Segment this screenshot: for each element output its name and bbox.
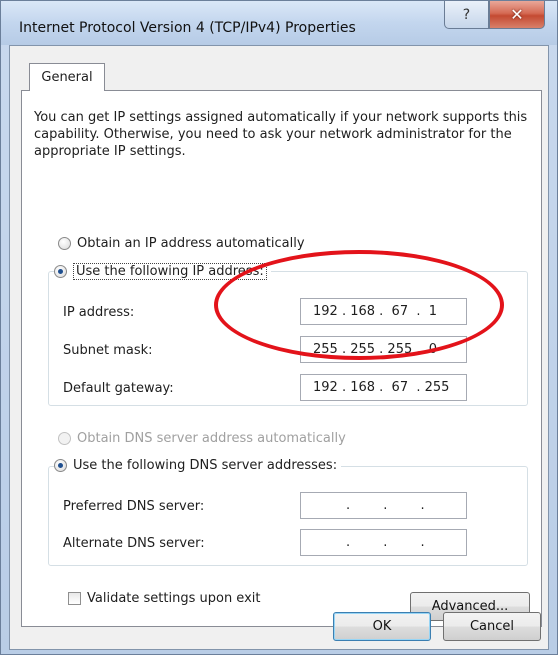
help-button[interactable]: ? [444, 1, 489, 29]
validate-settings-label: Validate settings upon exit [87, 591, 261, 606]
obtain-ip-auto-radio[interactable]: Obtain an IP address automatically [58, 236, 305, 251]
tab-general[interactable]: General [29, 63, 105, 91]
default-gateway-label: Default gateway: [63, 381, 174, 396]
title-bar[interactable]: Internet Protocol Version 4 (TCP/IPv4) P… [1, 1, 557, 45]
default-gateway-input[interactable]: 192 . 168 . 67 . 255 [300, 374, 467, 401]
ip-address-input[interactable]: 192 . 168 . 67 . 1 [300, 298, 467, 325]
intro-text: You can get IP settings assigned automat… [34, 110, 528, 159]
close-icon: ✕ [510, 5, 524, 24]
radio-disabled-icon [58, 432, 71, 445]
obtain-dns-auto-label: Obtain DNS server address automatically [77, 431, 346, 446]
alternate-dns-input[interactable]: . . . [300, 529, 467, 556]
use-following-dns-label: Use the following DNS server addresses: [73, 458, 338, 473]
ok-button[interactable]: OK [333, 612, 431, 641]
radio-checked-icon [54, 459, 67, 472]
subnet-mask-input[interactable]: 255 . 255 . 255 . 0 [300, 336, 467, 363]
ip-address-label: IP address: [63, 305, 135, 320]
obtain-ip-auto-label: Obtain an IP address automatically [77, 236, 305, 251]
window-title: Internet Protocol Version 4 (TCP/IPv4) P… [19, 20, 356, 36]
validate-settings-checkbox[interactable]: Validate settings upon exit [68, 591, 260, 606]
cancel-button[interactable]: Cancel [443, 612, 541, 641]
radio-unchecked-icon [58, 237, 71, 250]
radio-checked-icon [54, 265, 67, 278]
use-following-ip-radio[interactable]: Use the following IP address: [54, 263, 271, 280]
alternate-dns-label: Alternate DNS server: [63, 536, 205, 551]
obtain-dns-auto-radio[interactable]: Obtain DNS server address automatically [58, 431, 346, 446]
close-button[interactable]: ✕ [489, 1, 545, 29]
general-tab-panel: You can get IP settings assigned automat… [21, 90, 542, 627]
help-icon: ? [462, 6, 471, 23]
checkbox-unchecked-icon [68, 592, 81, 605]
preferred-dns-label: Preferred DNS server: [63, 499, 205, 514]
use-following-ip-label: Use the following IP address: [73, 263, 267, 280]
dialog-client-area: General You can get IP settings assigned… [9, 45, 549, 650]
use-following-dns-radio[interactable]: Use the following DNS server addresses: [54, 458, 342, 473]
preferred-dns-input[interactable]: . . . [300, 492, 467, 519]
subnet-mask-label: Subnet mask: [63, 343, 153, 358]
dialog-window: Internet Protocol Version 4 (TCP/IPv4) P… [0, 0, 558, 655]
